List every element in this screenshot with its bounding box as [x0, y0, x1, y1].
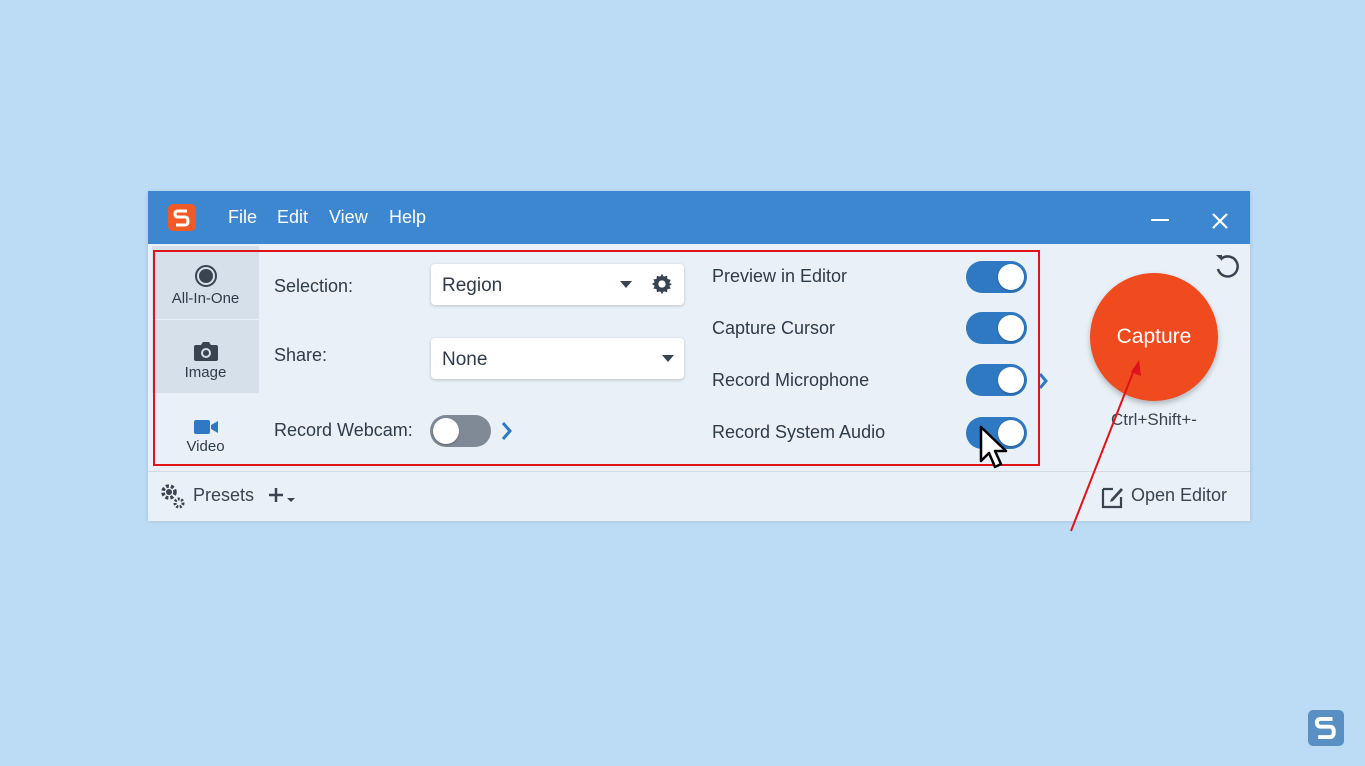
tab-label: Video	[186, 438, 224, 455]
menu-edit[interactable]: Edit	[277, 207, 308, 228]
camera-icon	[193, 332, 219, 362]
toggle-knob	[998, 264, 1024, 290]
reset-button[interactable]	[1212, 251, 1242, 286]
share-dropdown[interactable]: None	[431, 338, 684, 379]
toggle-knob	[998, 315, 1024, 341]
preview-in-editor-toggle[interactable]	[966, 261, 1027, 293]
tab-label: Image	[185, 364, 227, 381]
tab-all-in-one[interactable]: All-In-One	[152, 246, 259, 319]
minimize-button[interactable]	[1145, 203, 1175, 233]
snagit-logo-icon	[168, 204, 196, 231]
tab-image[interactable]: Image	[152, 320, 259, 393]
capture-cursor-label: Capture Cursor	[712, 318, 835, 339]
close-icon	[1205, 203, 1235, 233]
chevron-right-icon	[500, 420, 514, 442]
gear-icon	[651, 273, 673, 295]
snagit-watermark-icon	[1308, 710, 1344, 746]
title-bar: File Edit View Help	[148, 191, 1250, 244]
presets-button[interactable]	[158, 482, 186, 515]
open-editor-button[interactable]	[1101, 485, 1125, 514]
capture-button[interactable]: Capture	[1090, 273, 1218, 401]
edit-square-icon	[1101, 485, 1125, 509]
share-label: Share:	[274, 345, 327, 366]
toggle-knob	[998, 367, 1024, 393]
record-microphone-label: Record Microphone	[712, 370, 869, 391]
record-circle-icon	[194, 258, 218, 288]
menu-file[interactable]: File	[228, 207, 257, 228]
chevron-down-icon	[662, 355, 674, 362]
video-camera-icon	[193, 406, 219, 436]
minimize-icon	[1151, 219, 1169, 221]
chevron-right-icon	[1037, 371, 1049, 391]
open-editor-label[interactable]: Open Editor	[1131, 485, 1227, 506]
selection-dropdown[interactable]: Region	[431, 264, 684, 305]
chevron-down-icon	[620, 281, 632, 288]
close-button[interactable]	[1205, 203, 1235, 233]
record-webcam-label: Record Webcam:	[274, 420, 413, 441]
gears-icon	[158, 482, 186, 510]
preview-in-editor-label: Preview in Editor	[712, 266, 847, 287]
mode-sidebar: All-In-One Image Video	[152, 246, 259, 466]
selection-settings-button[interactable]	[651, 273, 673, 300]
snagit-capture-window: File Edit View Help All-In-One Image	[148, 191, 1250, 520]
add-preset-button[interactable]	[268, 486, 298, 511]
selection-label: Selection:	[274, 276, 353, 297]
footer-bar: Presets Open Editor	[148, 471, 1250, 521]
toggle-knob	[433, 418, 459, 444]
tab-label: All-In-One	[172, 290, 240, 307]
share-value: None	[442, 349, 487, 371]
capture-shortcut: Ctrl+Shift+-	[1090, 410, 1218, 430]
tab-video[interactable]: Video	[152, 394, 259, 467]
menu-view[interactable]: View	[329, 207, 368, 228]
plus-dropdown-icon	[268, 486, 298, 506]
record-webcam-toggle[interactable]	[430, 415, 491, 447]
capture-button-label: Capture	[1117, 325, 1192, 349]
microphone-options-button[interactable]	[1037, 371, 1049, 396]
record-microphone-toggle[interactable]	[966, 364, 1027, 396]
webcam-options-button[interactable]	[500, 420, 514, 447]
undo-icon	[1212, 251, 1242, 281]
selection-value: Region	[442, 275, 502, 297]
record-system-audio-label: Record System Audio	[712, 422, 885, 443]
menu-help[interactable]: Help	[389, 207, 426, 228]
presets-label[interactable]: Presets	[193, 485, 254, 506]
mouse-pointer-icon	[978, 425, 1012, 471]
capture-cursor-toggle[interactable]	[966, 312, 1027, 344]
